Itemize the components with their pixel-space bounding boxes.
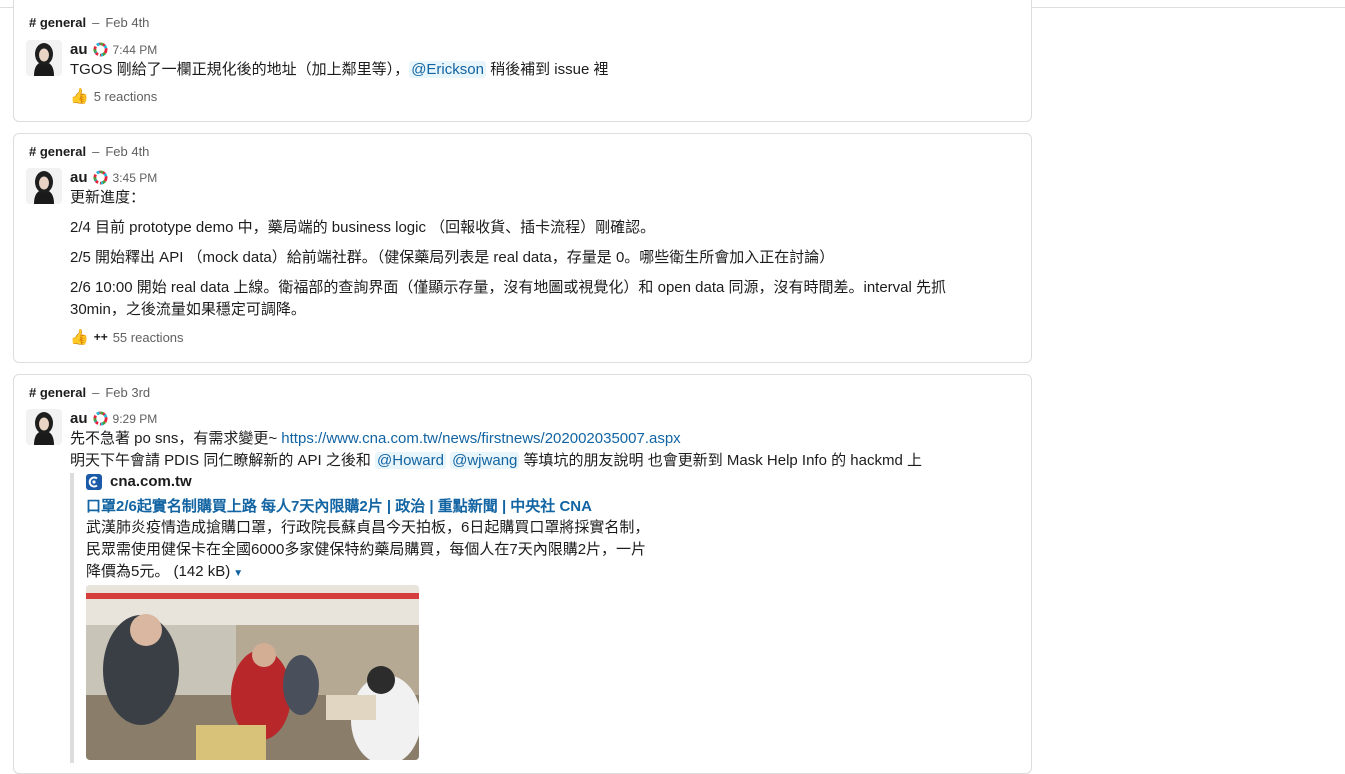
message-text: TGOS 剛給了一欄正規化後的地址（加上鄰里等），	[70, 61, 410, 78]
message-timestamp[interactable]: 3:45 PM	[113, 171, 158, 185]
message-card[interactable]: # general – Feb 4th au 7:44 PM TGOS 剛給了一欄正…	[13, 0, 1032, 122]
user-mention[interactable]: @Howard	[375, 452, 446, 469]
message-text: 等填坑的朋友說明 也會更新到 Mask Help Info 的 hackmd 上	[519, 452, 922, 469]
thumbs-up-icon: 👍	[70, 329, 89, 346]
author-name[interactable]: au	[70, 410, 88, 427]
message-header: au 9:29 PM	[70, 410, 157, 427]
avatar[interactable]	[26, 40, 62, 76]
message-line: 2/6 10:00 開始 real data 上線。衛福部的查詢界面（僅顯示存量…	[70, 279, 947, 296]
channel-name[interactable]: # general	[29, 15, 86, 30]
avatar[interactable]	[26, 168, 62, 204]
cna-logo-icon	[86, 473, 102, 490]
message-card[interactable]: # general – Feb 4th au 3:45 PM 更新進度： 2/4 目…	[13, 133, 1032, 363]
message-line: TGOS 剛給了一欄正規化後的地址（加上鄰里等）， @Erickson 稍後補到 …	[70, 59, 608, 81]
article-link[interactable]: https://www.cna.com.tw/news/firstnews/20…	[281, 430, 680, 447]
message-text: 先不急著 po sns，有需求變更~	[70, 430, 282, 447]
reactions-summary[interactable]: 👍 5 reactions	[70, 87, 157, 105]
message-timestamp[interactable]: 9:29 PM	[113, 412, 158, 426]
message-text: 稍後補到 issue 裡	[485, 61, 609, 78]
sdg-status-icon	[92, 42, 108, 57]
card-header: # general – Feb 4th	[29, 144, 150, 159]
caret-down-icon[interactable]: ▼	[233, 568, 243, 579]
reactions-summary[interactable]: 👍 ++ 55 reactions	[70, 328, 184, 346]
avatar[interactable]	[26, 409, 62, 445]
author-name[interactable]: au	[70, 41, 88, 58]
user-mention[interactable]: @wjwang	[450, 452, 520, 469]
reaction-count: 5 reactions	[93, 88, 158, 104]
link-preview[interactable]: cna.com.tw 口罩2/6起實名制購買上路 每人7天內限購2片 | 政治 …	[70, 473, 674, 763]
preview-site-name: cna.com.tw	[110, 473, 192, 490]
sdg-status-icon	[92, 411, 108, 426]
preview-description: 武漢肺炎疫情造成搶購口罩，行政院長蘇貞昌今天拍板，6日起購買口罩將採實名制，	[86, 519, 650, 536]
file-size: (142 kB)	[173, 563, 231, 580]
preview-title[interactable]: 口罩2/6起實名制購買上路 每人7天內限購2片 | 政治 | 重點新聞 | 中央…	[86, 495, 592, 516]
message-line: 更新進度：	[70, 189, 146, 206]
message-timestamp[interactable]: 7:44 PM	[113, 43, 158, 57]
preview-description: 民眾需使用健保卡在全國6000多家健保特約藥局購買，每個人在7天內限購2片，一片	[86, 541, 647, 558]
message-line: 2/4 目前 prototype demo 中，藥局端的 business lo…	[70, 219, 656, 236]
channel-name[interactable]: # general	[29, 385, 86, 400]
message-header: au 7:44 PM	[70, 41, 157, 58]
preview-description: 降價為5元。 (142 kB) ▼	[86, 561, 243, 585]
message-card[interactable]: # general – Feb 3rd au 9:29 PM 先不急著 po sns…	[13, 374, 1032, 774]
message-line: 先不急著 po sns，有需求變更~ https://www.cna.com.t…	[70, 428, 681, 450]
message-line: 30min，之後流量如果穩定可調降。	[70, 301, 306, 318]
preview-image[interactable]	[86, 585, 419, 760]
message-date: Feb 3rd	[105, 385, 151, 400]
reaction-count: 55 reactions	[112, 329, 184, 345]
author-name[interactable]: au	[70, 169, 88, 186]
thumbs-up-icon: 👍	[70, 88, 89, 105]
sdg-status-icon	[92, 170, 108, 185]
preview-site: cna.com.tw	[86, 473, 192, 490]
preview-description-text: 降價為5元。	[86, 563, 170, 580]
user-mention[interactable]: @Erickson	[409, 61, 486, 78]
message-line: 明天下午會請 PDIS 同仁瞭解新的 API 之後和 @Howard @wjwa…	[70, 450, 922, 472]
message-date: Feb 4th	[105, 144, 150, 159]
card-header: # general – Feb 3rd	[29, 385, 151, 400]
plus-plus-icon: ++	[93, 330, 108, 344]
channel-name[interactable]: # general	[29, 144, 86, 159]
message-line: 2/5 開始釋出 API （mock data）給前端社群。（健保藥局列表是 r…	[70, 249, 835, 266]
message-header: au 3:45 PM	[70, 169, 157, 186]
card-header: # general – Feb 4th	[29, 15, 150, 30]
message-text: 明天下午會請 PDIS 同仁瞭解新的 API 之後和	[70, 452, 376, 469]
message-date: Feb 4th	[105, 15, 150, 30]
